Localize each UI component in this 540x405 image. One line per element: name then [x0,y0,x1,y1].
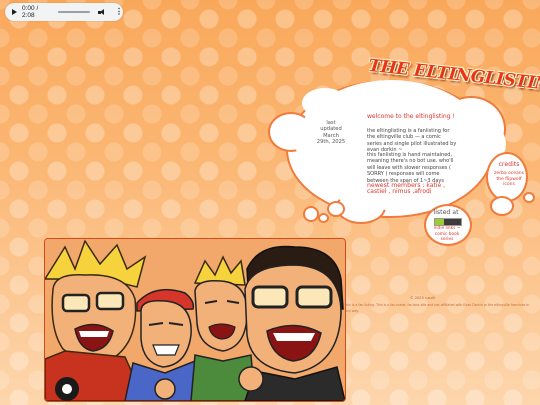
cloud-puff [318,213,329,223]
cloud-puff [303,206,319,222]
listed-links: indie links ~ comic book series [428,226,466,243]
credits-title: credits [498,161,520,168]
seek-slider[interactable] [58,11,91,13]
welcome-name: eltinglisting ! [415,113,455,120]
welcome-prefix: welcome to the [367,113,414,120]
listed-title: listed at [433,209,459,216]
volume-icon[interactable] [98,8,106,16]
credits-link[interactable]: zerba oceans [494,171,524,177]
footer-copyright: © 2025 r.aulii [410,296,435,300]
newest-members: newest members : katie , castiel , nimus… [367,182,462,196]
credits-links: zerba oceans the flipwolf icons [494,171,524,188]
cloud-puff [490,196,514,216]
play-icon[interactable] [12,9,17,15]
listed-link[interactable]: comic book series [428,232,466,243]
time-readout: 0:00 / 2:08 [22,5,39,19]
welcome-heading: welcome to the eltinglisting ! [367,113,455,120]
comic-characters-image [45,239,345,401]
last-updated: last updated March 29th, 2025 [313,120,349,146]
info-paragraph: this fanlisting is hand maintained, mean… [367,152,454,184]
listed-badge-icon[interactable] [434,218,462,226]
updated-date: 29th, 2025 [316,139,346,146]
more-vert-icon[interactable]: ⋮ [115,8,123,16]
audio-player: 0:00 / 2:08 ⋮ [5,3,123,21]
cloud-puff [523,192,535,203]
listed-link[interactable]: indie links ~ [428,226,466,232]
cloud-puff [327,201,345,217]
credits-link[interactable]: icons [494,182,524,188]
comic-artwork [44,238,346,402]
footer-disclaimer: this is a fan listing. This is a fan-mad… [345,303,530,314]
intro-paragraph: the eltinglisting is a fanlisting for th… [367,128,457,154]
